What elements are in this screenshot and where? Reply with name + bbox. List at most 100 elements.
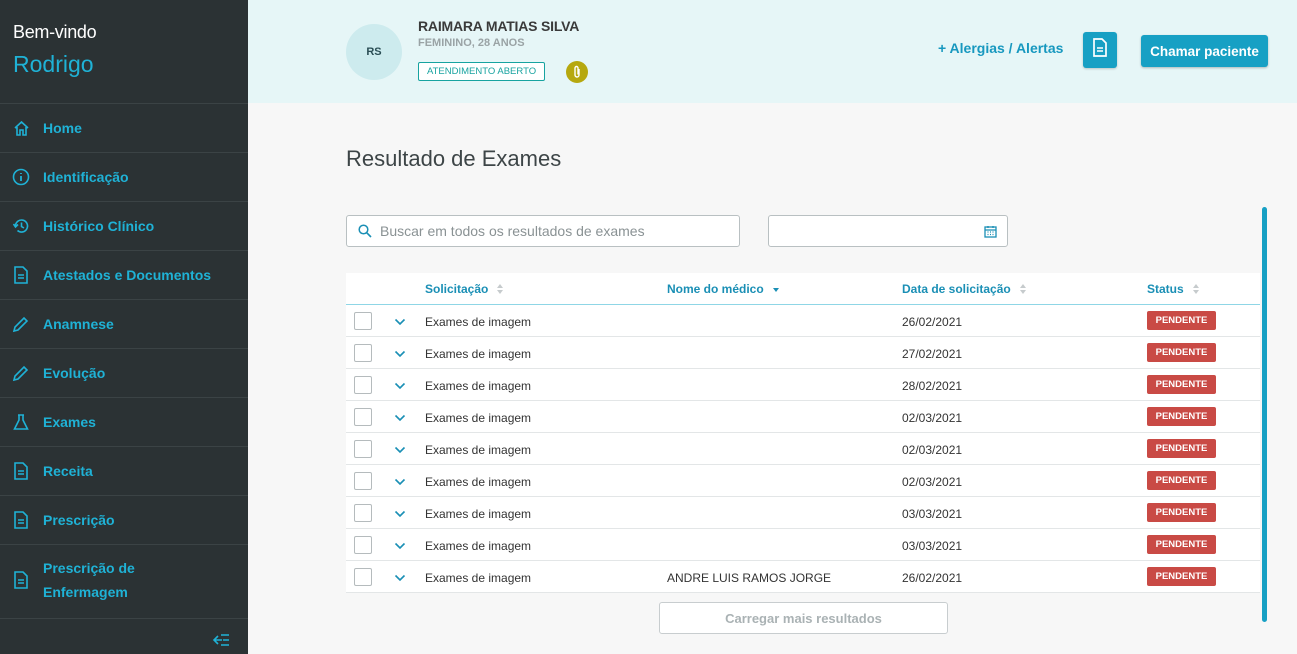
column-header-solicitacao[interactable]: Solicitação	[425, 282, 504, 296]
cell-solicitacao: Exames de imagem	[425, 379, 532, 393]
status-badge: PENDENTE	[1147, 311, 1216, 330]
collapse-sidebar-icon[interactable]	[212, 633, 230, 647]
table-row[interactable]: Exames de imagem 27/02/2021 PENDENTE	[346, 337, 1260, 369]
document-icon	[12, 570, 30, 589]
info-icon	[12, 168, 30, 186]
sidebar-item-anamnese[interactable]: Anamnese	[0, 299, 248, 348]
sidebar-item-label: Receita	[43, 463, 93, 479]
row-checkbox[interactable]	[354, 472, 372, 490]
chevron-down-icon[interactable]	[394, 570, 406, 582]
cell-data: 03/03/2021	[902, 539, 963, 553]
table-row[interactable]: Exames de imagem 03/03/2021 PENDENTE	[346, 497, 1260, 529]
history-icon	[12, 217, 30, 235]
chevron-down-icon[interactable]	[394, 474, 406, 486]
cell-solicitacao: Exames de imagem	[425, 571, 532, 585]
sidebar-item-receita[interactable]: Receita	[0, 446, 248, 495]
sidebar-item-label: Anamnese	[43, 316, 114, 332]
sort-descending-icon	[772, 284, 779, 294]
sidebar-item-atestados[interactable]: Atestados e Documentos	[0, 250, 248, 299]
sidebar-item-evolucao[interactable]: Evolução	[0, 348, 248, 397]
cell-data: 02/03/2021	[902, 443, 963, 457]
status-badge: PENDENTE	[1147, 471, 1216, 490]
welcome-text: Bem-vindo	[13, 22, 97, 42]
pencil-icon	[12, 364, 30, 382]
chevron-down-icon[interactable]	[394, 442, 406, 454]
cell-solicitacao: Exames de imagem	[425, 475, 532, 489]
load-more-button[interactable]: Carregar mais resultados	[659, 602, 948, 634]
column-header-data[interactable]: Data de solicitação	[902, 282, 1026, 296]
user-name: Rodrigo	[13, 51, 94, 77]
chevron-down-icon[interactable]	[394, 506, 406, 518]
row-checkbox[interactable]	[354, 568, 372, 586]
document-button[interactable]	[1083, 32, 1117, 68]
sidebar-nav: Home Identificação Histórico Clínico Ate…	[0, 103, 248, 614]
row-checkbox[interactable]	[354, 536, 372, 554]
pencil-icon	[12, 315, 30, 333]
calendar-icon[interactable]	[984, 225, 997, 238]
table-row[interactable]: Exames de imagem 03/03/2021 PENDENTE	[346, 529, 1260, 561]
patient-info: FEMININO, 28 ANOS	[418, 37, 525, 49]
sort-icon	[497, 284, 504, 294]
page-title: Resultado de Exames	[346, 146, 562, 171]
chevron-down-icon[interactable]	[394, 346, 406, 358]
column-header-status[interactable]: Status	[1147, 282, 1199, 296]
patient-name: RAIMARA MATIAS SILVA	[418, 18, 580, 34]
sidebar-item-identificacao[interactable]: Identificação	[0, 152, 248, 201]
column-label: Nome do médico	[667, 282, 764, 296]
sidebar-item-home[interactable]: Home	[0, 103, 248, 152]
sidebar-item-prescricao-enfermagem[interactable]: Prescrição de Enfermagem	[0, 544, 248, 614]
sidebar-item-exames[interactable]: Exames	[0, 397, 248, 446]
cell-data: 03/03/2021	[902, 507, 963, 521]
allergies-alerts-link[interactable]: + Alergias / Alertas	[938, 40, 1063, 56]
table-row[interactable]: Exames de imagem 28/02/2021 PENDENTE	[346, 369, 1260, 401]
chevron-down-icon[interactable]	[394, 378, 406, 390]
table-row[interactable]: Exames de imagem 02/03/2021 PENDENTE	[346, 433, 1260, 465]
sidebar-item-historico[interactable]: Histórico Clínico	[0, 201, 248, 250]
column-header-medico[interactable]: Nome do médico	[667, 282, 779, 296]
sidebar-item-prescricao[interactable]: Prescrição	[0, 495, 248, 544]
call-patient-button[interactable]: Chamar paciente	[1141, 35, 1268, 67]
document-icon	[12, 511, 30, 529]
chevron-down-icon[interactable]	[394, 538, 406, 550]
row-checkbox[interactable]	[354, 376, 372, 394]
row-checkbox[interactable]	[354, 344, 372, 362]
document-icon	[1092, 38, 1108, 62]
search-box[interactable]	[346, 215, 740, 247]
flask-icon	[12, 413, 30, 431]
sidebar-item-label: Evolução	[43, 365, 106, 381]
sidebar-item-label: Histórico Clínico	[43, 218, 155, 234]
table-row[interactable]: Exames de imagem 02/03/2021 PENDENTE	[346, 465, 1260, 497]
column-label: Data de solicitação	[902, 282, 1011, 296]
row-checkbox[interactable]	[354, 440, 372, 458]
document-icon	[12, 462, 30, 480]
paperclip-icon[interactable]	[566, 61, 588, 83]
cell-data: 26/02/2021	[902, 315, 963, 329]
date-filter-field[interactable]	[768, 215, 1008, 247]
sidebar-item-label: Exames	[43, 414, 96, 430]
document-icon	[12, 266, 30, 284]
status-badge: PENDENTE	[1147, 343, 1216, 362]
status-badge: PENDENTE	[1147, 567, 1216, 586]
row-checkbox[interactable]	[354, 312, 372, 330]
cell-medico: ANDRE LUIS RAMOS JORGE	[667, 571, 832, 585]
status-badge: PENDENTE	[1147, 535, 1216, 554]
status-badge: PENDENTE	[1147, 407, 1216, 426]
table-row[interactable]: Exames de imagem 02/03/2021 PENDENTE	[346, 401, 1260, 433]
chevron-down-icon[interactable]	[394, 410, 406, 422]
sidebar: Bem-vindo Rodrigo Home Identificação His…	[0, 0, 248, 654]
status-badge: PENDENTE	[1147, 375, 1216, 394]
search-input[interactable]	[380, 223, 720, 239]
vertical-scrollbar[interactable]	[1262, 207, 1267, 622]
cell-solicitacao: Exames de imagem	[425, 507, 532, 521]
row-checkbox[interactable]	[354, 504, 372, 522]
table-row[interactable]: Exames de imagem ANDRE LUIS RAMOS JORGE 26…	[346, 561, 1260, 593]
table-row[interactable]: Exames de imagem 26/02/2021 PENDENTE	[346, 305, 1260, 337]
row-checkbox[interactable]	[354, 408, 372, 426]
chevron-down-icon[interactable]	[394, 314, 406, 326]
cell-solicitacao: Exames de imagem	[425, 347, 532, 361]
patient-header: RS RAIMARA MATIAS SILVA FEMININO, 28 ANO…	[248, 0, 1297, 103]
table-body: Exames de imagem 26/02/2021 PENDENTE Exames…	[346, 305, 1260, 593]
cell-solicitacao: Exames de imagem	[425, 443, 532, 457]
sort-icon	[1019, 284, 1026, 294]
column-label: Status	[1147, 282, 1184, 296]
